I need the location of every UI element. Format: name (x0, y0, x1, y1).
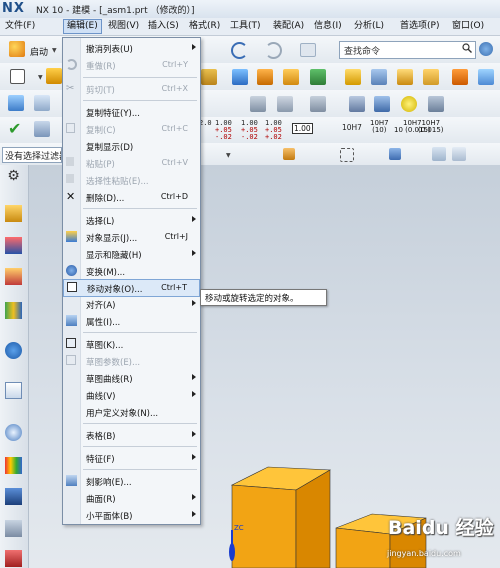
edit-menu-dropdown: 撤消列表(U) 重做(R) Ctrl+Y ✂ 剪切(T) Ctrl+X 复制特征(Y… (62, 37, 201, 525)
submenu-arrow-icon (192, 431, 196, 437)
paste-special-icon (66, 174, 74, 183)
sketch-params-icon (66, 355, 76, 365)
menu-item-transform[interactable]: 变换(M)... (63, 263, 200, 279)
submenu-arrow-icon (192, 44, 196, 50)
menu-item-engrave[interactable]: 刻影响(E)... (63, 473, 200, 489)
menu-separator (83, 332, 197, 333)
menu-item-paste[interactable]: 粘贴(P) Ctrl+V (63, 155, 200, 171)
submenu-arrow-icon (192, 494, 196, 500)
menu-item-copy-feature[interactable]: 复制特征(Y)... (63, 104, 200, 120)
submenu-arrow-icon (192, 511, 196, 517)
menu-separator (83, 469, 197, 470)
menu-item-redo[interactable]: 重做(R) Ctrl+Y (63, 57, 200, 73)
transform-icon (66, 265, 77, 276)
sketch-icon (66, 338, 76, 348)
zc-axis-label: ZC (234, 524, 244, 532)
submenu-arrow-icon (192, 374, 196, 380)
menu-item-move-object[interactable]: 移动对象(O)... Ctrl+T (63, 279, 200, 297)
menu-item-facet-body[interactable]: 小平面体(B) (63, 507, 200, 523)
menu-item-properties[interactable]: 属性(I)... (63, 313, 200, 329)
menu-item-sketch[interactable]: 草图(K)... (63, 336, 200, 352)
cut-icon: ✂ (66, 83, 75, 94)
watermark-url: jingyan.baidu.com (387, 549, 461, 558)
menu-item-show-hide[interactable]: 显示和隐藏(H) (63, 246, 200, 262)
menu-item-copy[interactable]: 复制(C) Ctrl+C (63, 121, 200, 137)
menu-item-undo-list[interactable]: 撤消列表(U) (63, 40, 200, 56)
engrave-icon (66, 475, 77, 486)
properties-icon (66, 315, 77, 326)
submenu-arrow-icon (192, 216, 196, 222)
menu-item-table[interactable]: 表格(B) (63, 427, 200, 443)
move-object-tooltip: 移动或旋转选定的对象。 (200, 289, 327, 306)
submenu-arrow-icon (192, 391, 196, 397)
submenu-arrow-icon (192, 300, 196, 306)
submenu-arrow-icon (192, 250, 196, 256)
menu-item-align[interactable]: 对齐(A) (63, 296, 200, 312)
menu-separator (83, 77, 197, 78)
menu-item-sketch-curve[interactable]: 草图曲线(R) (63, 370, 200, 386)
menu-item-curve[interactable]: 曲线(V) (63, 387, 200, 403)
menu-item-paste-special[interactable]: 选择性粘贴(E)... (63, 172, 200, 188)
tooltip-text: 移动或旋转选定的对象。 (205, 294, 299, 304)
menu-item-surface[interactable]: 曲面(R) (63, 490, 200, 506)
menu-separator (83, 208, 197, 209)
delete-icon: ✕ (66, 190, 76, 203)
paste-icon (66, 157, 74, 166)
menu-item-selection[interactable]: 选择(L) (63, 212, 200, 228)
menu-item-object-display[interactable]: 对象显示(J)... Ctrl+J (63, 229, 200, 245)
menu-separator (83, 423, 197, 424)
copy-icon (66, 123, 75, 133)
menu-separator (83, 100, 197, 101)
watermark-brand: Baidu 经验 (388, 517, 494, 539)
menu-item-sketch-params[interactable]: 草图参数(E)... (63, 353, 200, 369)
submenu-arrow-icon (192, 454, 196, 460)
menu-separator (83, 446, 197, 447)
menu-item-delete[interactable]: ✕ 删除(D)... Ctrl+D (63, 189, 200, 205)
menu-item-cut[interactable]: ✂ 剪切(T) Ctrl+X (63, 81, 200, 97)
menu-item-user-defined-object[interactable]: 用户定义对象(N)... (63, 404, 200, 420)
object-display-icon (66, 231, 77, 242)
redo-icon (66, 59, 77, 70)
menu-item-copy-display[interactable]: 复制显示(D) (63, 138, 200, 154)
menu-item-feature[interactable]: 特征(F) (63, 450, 200, 466)
move-object-icon (67, 282, 77, 292)
